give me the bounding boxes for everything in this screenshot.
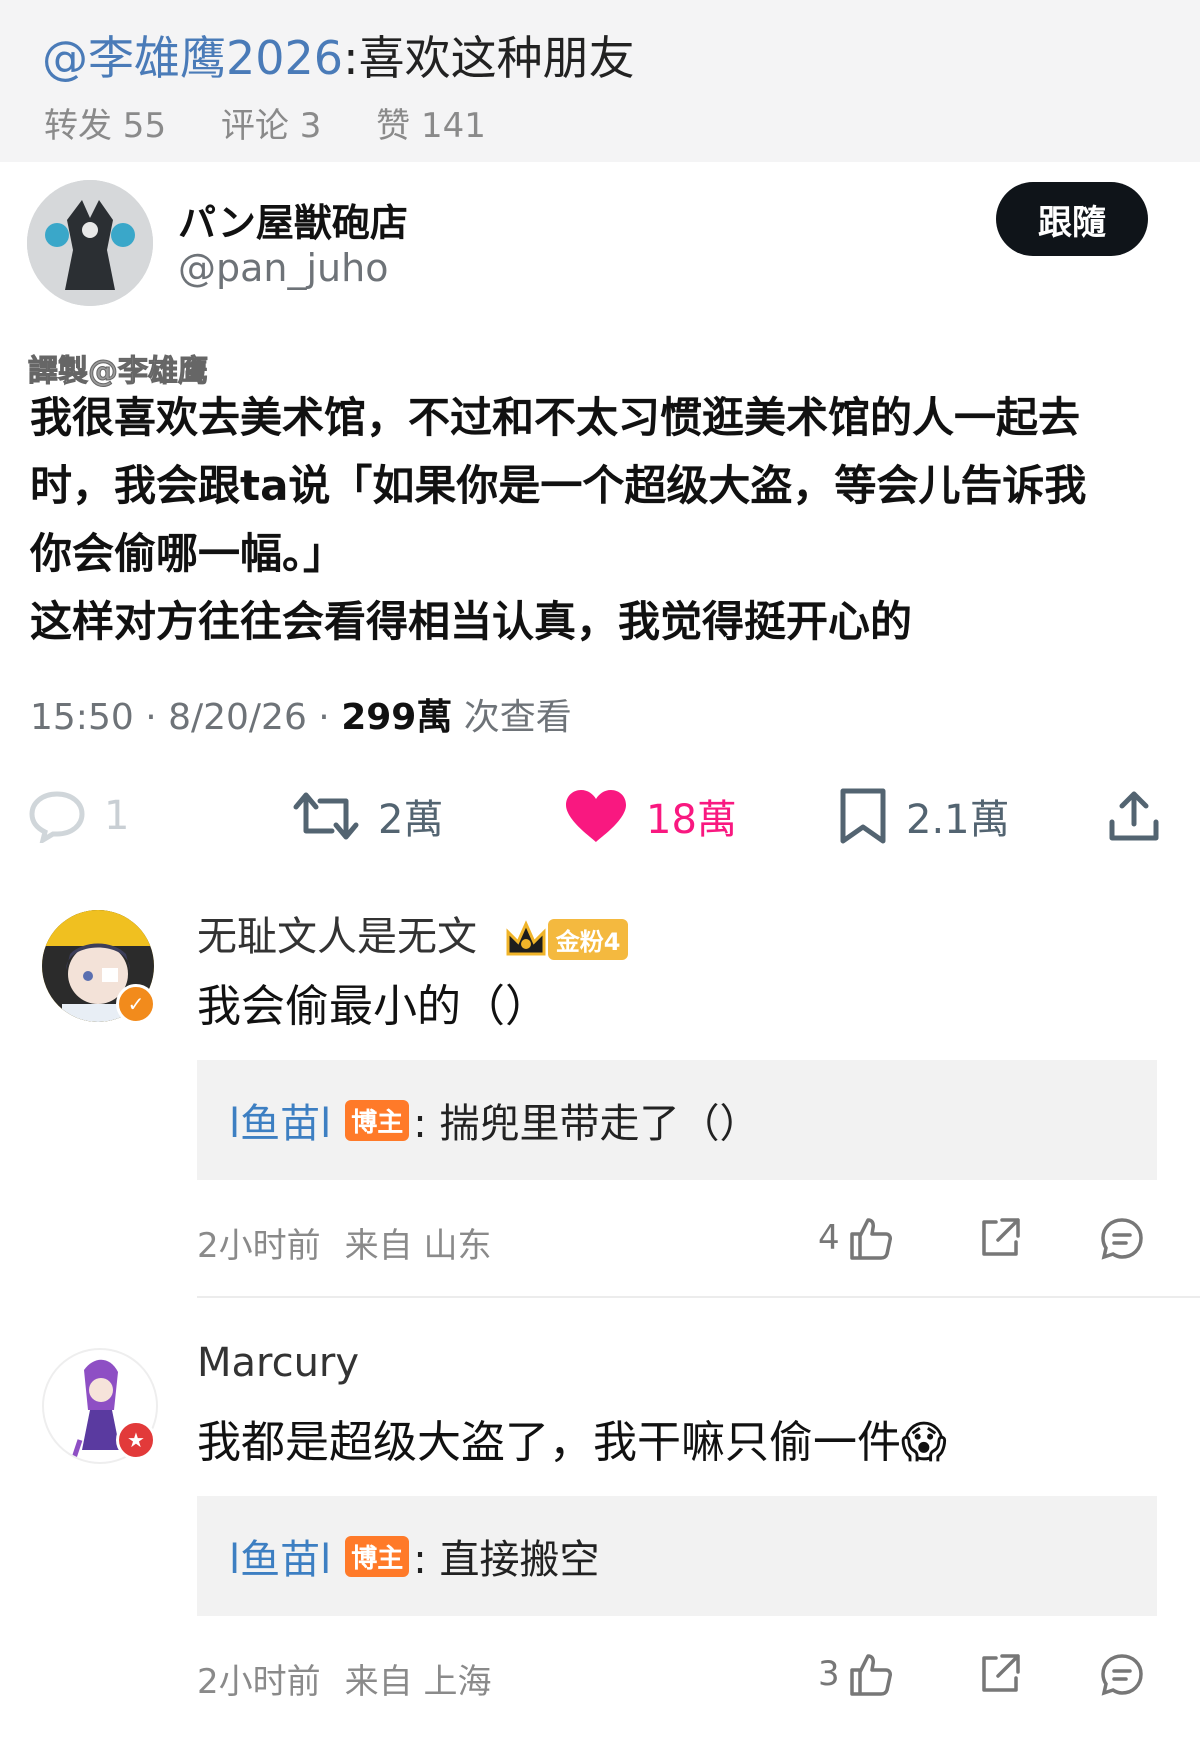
author-handle[interactable]: @pan_juho [178, 246, 388, 290]
comment-meta: 2小时前 来自 山东 [197, 1218, 515, 1267]
share-out-icon [982, 1218, 1020, 1256]
bookmark-action[interactable]: 2.1萬 [838, 782, 1010, 850]
reply-icon [29, 791, 85, 843]
reply-comment-button[interactable] [1100, 1216, 1144, 1264]
thumbs-up-icon [849, 1654, 892, 1696]
heart-icon [566, 790, 626, 842]
share-icon [1109, 791, 1159, 841]
comment-like-button[interactable]: 3 [818, 1650, 894, 1698]
comment-location: 来自 上海 [344, 1662, 492, 1702]
tweet-body: 我很喜欢去美术馆，不过和不太习惯逛美术馆的人一起去 时，我会跟ta说「如果你是一… [30, 384, 1180, 656]
reply-text: : 揣兜里带走了（） [413, 1101, 760, 1147]
comment-divider [197, 1296, 1200, 1298]
crown-icon [506, 920, 546, 956]
like-count-tweet: 18萬 [646, 797, 737, 843]
retweet-icon [293, 792, 359, 840]
comment-like-count: 3 [818, 1654, 840, 1694]
bookmark-count: 2.1萬 [906, 797, 1010, 843]
comment-bubble-icon [1101, 1218, 1143, 1260]
like-count[interactable]: 赞 141 [376, 106, 486, 146]
like-action[interactable]: 18萬 [564, 782, 737, 850]
comment-location: 来自 山东 [344, 1226, 492, 1266]
follow-button[interactable]: 跟隨 [996, 182, 1148, 256]
tweet-line: 你会偷哪一幅。」 [30, 529, 346, 578]
reply-content: l鱼苗l 博主 : 揣兜里带走了（） [229, 1060, 759, 1180]
reply-action[interactable]: 1 [28, 782, 129, 850]
comment-count[interactable]: 评论 3 [221, 106, 321, 146]
thumbs-up-icon [849, 1218, 892, 1260]
reply-count: 1 [104, 793, 130, 839]
comment-text-body: 我都是超级大盗了，我干嘛只偷一件 [197, 1417, 901, 1468]
repost-stats: 转发 55 评论 3 赞 141 [44, 98, 530, 147]
share-comment-button[interactable] [978, 1652, 1022, 1700]
comment-text: 我会偷最小的（） [197, 981, 549, 1032]
share-action[interactable] [1106, 782, 1180, 850]
fan-badge: 金粉4 [504, 918, 629, 960]
comment-like-count: 4 [818, 1218, 840, 1258]
reply-box[interactable]: l鱼苗l 博主 : 揣兜里带走了（） [197, 1060, 1157, 1180]
repost-count[interactable]: 转发 55 [44, 106, 166, 146]
view-count: 299萬 [341, 697, 453, 738]
comment-like-button[interactable]: 4 [818, 1214, 894, 1262]
reply-user[interactable]: l鱼苗l [229, 1527, 331, 1585]
commenter-name-text: 无耻文人是无文 [197, 914, 477, 960]
tweet-line: 我很喜欢去美术馆，不过和不太习惯逛美术馆的人一起去 [30, 393, 1081, 442]
host-badge: 博主 [345, 1535, 410, 1577]
view-suffix: 次查看 [452, 697, 572, 738]
retweet-action[interactable]: 2萬 [292, 782, 443, 850]
reply-user[interactable]: l鱼苗l [229, 1091, 331, 1149]
host-badge: 博主 [345, 1099, 410, 1141]
reply-text: : 直接搬空 [413, 1537, 600, 1583]
share-comment-button[interactable] [978, 1216, 1022, 1264]
retweet-count: 2萬 [378, 797, 444, 843]
comment-time: 2小时前 [197, 1226, 321, 1266]
mention-link[interactable]: @李雄鹰2026 [42, 31, 343, 85]
reply-comment-button[interactable] [1100, 1652, 1144, 1700]
tweet-meta: 15:50 · 8/20/26 · 299萬 次查看 [30, 688, 572, 740]
author-name[interactable]: パン屋獣砲店 [178, 192, 408, 247]
bookmark-icon [840, 788, 886, 844]
fan-level: 金粉4 [547, 918, 629, 960]
shocked-emoji-icon: 😱 [901, 1417, 947, 1468]
tweet-line: 这样对方往往会看得相当认真，我觉得挺开心的 [30, 597, 913, 646]
verified-badge-icon: ✓ [116, 984, 156, 1024]
tweet-time[interactable]: 15:50 · 8/20/26 · [30, 697, 341, 738]
reply-box[interactable]: l鱼苗l 博主 : 直接搬空 [197, 1496, 1157, 1616]
commenter-name[interactable]: Marcury [197, 1340, 359, 1386]
comment-time: 2小时前 [197, 1662, 321, 1702]
comment-bubble-icon [1101, 1654, 1143, 1696]
share-out-icon [982, 1654, 1020, 1692]
tweet-line: 时，我会跟ta说「如果你是一个超级大盗，等会儿告诉我 [30, 461, 1087, 510]
repost-title: @李雄鹰2026:喜欢这种朋友 [42, 22, 635, 88]
commenter-name[interactable]: 无耻文人是无文 金粉4 [197, 904, 629, 962]
comment-text: 我都是超级大盗了，我干嘛只偷一件😱 [197, 1406, 947, 1470]
author-avatar[interactable] [27, 180, 153, 306]
reply-content: l鱼苗l 博主 : 直接搬空 [229, 1496, 599, 1616]
verified-badge-icon: ★ [116, 1420, 156, 1460]
repost-text: :喜欢这种朋友 [343, 31, 635, 85]
comment-meta: 2小时前 来自 上海 [197, 1654, 515, 1703]
avatar-image [27, 180, 153, 306]
